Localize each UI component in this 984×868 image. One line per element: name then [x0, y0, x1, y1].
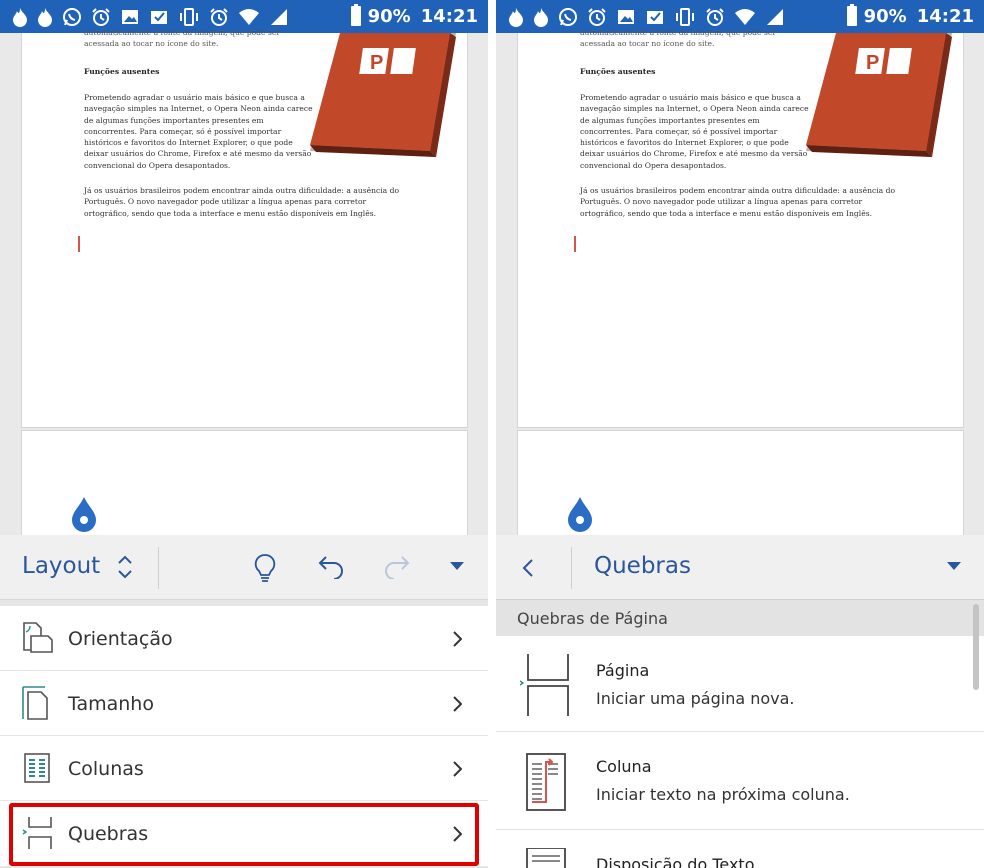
- signal-icon: [269, 7, 289, 27]
- ribbon-toolbar: Quebras: [496, 535, 984, 600]
- text-wrap-icon: [526, 848, 566, 868]
- break-option-description: Iniciar uma página nova.: [596, 689, 795, 708]
- doc-paragraph: Já os usuários brasileiros podem encontr…: [84, 186, 400, 218]
- text-cursor: [78, 236, 80, 252]
- image-icon: [616, 7, 636, 27]
- highlight-box: [9, 803, 479, 866]
- menu-item-label: Orientação: [68, 628, 173, 650]
- chevron-right-icon: [453, 631, 462, 647]
- menu-item-label: Colunas: [68, 758, 144, 780]
- chevron-right-icon: [453, 696, 462, 712]
- document-page[interactable]: automaticamente a fonte da imagem, que p…: [517, 28, 964, 428]
- collapse-ribbon-icon[interactable]: [449, 561, 465, 571]
- alarm-icon: [705, 7, 725, 27]
- break-option-text-wrap[interactable]: Disposição do Texto: [496, 830, 984, 868]
- ribbon-toolbar: Layout: [0, 535, 488, 600]
- wifi-icon: [734, 7, 756, 27]
- powerpoint-book-image: P: [310, 33, 456, 157]
- chevron-right-icon: [453, 761, 462, 777]
- signal-icon: [765, 7, 785, 27]
- break-option-title: Coluna: [596, 757, 652, 776]
- status-right: 90% 14:21: [350, 3, 478, 30]
- section-header: Quebras de Página: [496, 600, 984, 636]
- document-canvas[interactable]: automaticamente a fonte da imagem, que p…: [0, 28, 488, 540]
- breaks-list: Página Iniciar uma página nova. Coluna I…: [496, 636, 984, 868]
- powerpoint-book-image: P: [806, 33, 952, 157]
- battery-icon: [350, 3, 362, 30]
- flame-icon: [508, 7, 524, 27]
- notification-icons: [508, 6, 785, 28]
- tab-switcher-icon[interactable]: [116, 552, 134, 582]
- doc-heading: Funções ausentes: [84, 67, 160, 76]
- document-page[interactable]: automaticamente a fonte da imagem, que p…: [21, 28, 468, 428]
- selection-handle-icon[interactable]: [566, 496, 594, 532]
- page-break-icon: [520, 654, 569, 716]
- alarm-icon: [209, 7, 229, 27]
- menu-item-size[interactable]: Tamanho: [0, 671, 488, 736]
- break-option-description: Iniciar texto na próxima coluna.: [596, 785, 850, 804]
- page-size-icon: [22, 686, 48, 720]
- battery-icon: [846, 3, 858, 30]
- toolbar-divider: [158, 547, 159, 589]
- columns-icon: [24, 753, 50, 783]
- alarm-icon: [587, 7, 607, 27]
- svg-text:P: P: [866, 52, 879, 74]
- break-option-title: Página: [596, 661, 650, 680]
- status-right: 90% 14:21: [846, 3, 974, 30]
- vibrate-icon: [178, 7, 200, 27]
- column-break-icon: [526, 753, 566, 811]
- menu-item-columns[interactable]: Colunas: [0, 736, 488, 801]
- redo-icon[interactable]: [384, 555, 410, 579]
- break-option-page[interactable]: Página Iniciar uma página nova.: [496, 636, 984, 732]
- section-title: Quebras de Página: [517, 609, 668, 628]
- whatsapp-icon: [558, 7, 578, 27]
- lightbulb-icon[interactable]: [253, 553, 277, 583]
- right-screen: 90% 14:21 automaticamente a fonte da ima…: [496, 0, 984, 868]
- submenu-title: Quebras: [594, 553, 691, 579]
- flame-icon: [37, 7, 53, 27]
- battery-percent: 90%: [367, 6, 411, 27]
- svg-text:P: P: [370, 52, 383, 74]
- doc-paragraph: Prometendo agradar o usuário mais básico…: [580, 93, 809, 170]
- menu-item-label: Tamanho: [68, 693, 154, 715]
- flame-icon: [533, 7, 549, 27]
- break-option-title: Disposição do Texto: [596, 855, 755, 868]
- selection-handle-icon[interactable]: [70, 496, 98, 532]
- undo-icon[interactable]: [318, 555, 344, 579]
- orientation-icon: [23, 622, 53, 653]
- doc-text-top: automaticamente a fonte da imagem, que p…: [580, 28, 776, 49]
- text-cursor: [574, 236, 576, 252]
- doc-text-top: automaticamente a fonte da imagem, que p…: [84, 28, 280, 49]
- ribbon-tab-title[interactable]: Layout: [22, 553, 100, 579]
- vibrate-icon: [674, 7, 696, 27]
- wifi-icon: [238, 7, 260, 27]
- doc-paragraph: Já os usuários brasileiros podem encontr…: [580, 186, 896, 218]
- collapse-ribbon-icon[interactable]: [946, 561, 962, 571]
- back-icon[interactable]: [522, 559, 534, 577]
- whatsapp-icon: [62, 7, 82, 27]
- clock: 14:21: [916, 6, 974, 27]
- document-canvas[interactable]: automaticamente a fonte da imagem, que p…: [496, 28, 984, 540]
- alarm-icon: [91, 7, 111, 27]
- scrollbar[interactable]: [973, 604, 979, 690]
- doc-paragraph: Prometendo agradar o usuário mais básico…: [84, 93, 313, 170]
- flame-icon: [12, 7, 28, 27]
- break-option-column[interactable]: Coluna Iniciar texto na próxima coluna.: [496, 732, 984, 830]
- clock: 14:21: [420, 6, 478, 27]
- checkbox-image-icon: [149, 7, 169, 27]
- menu-item-orientation[interactable]: Orientação: [0, 606, 488, 671]
- battery-percent: 90%: [863, 6, 907, 27]
- notification-icons: [12, 6, 289, 28]
- checkbox-image-icon: [645, 7, 665, 27]
- toolbar-divider: [571, 547, 572, 589]
- doc-heading: Funções ausentes: [580, 67, 656, 76]
- image-icon: [120, 7, 140, 27]
- left-screen: 90% 14:21 automaticamente a fonte da ima…: [0, 0, 488, 868]
